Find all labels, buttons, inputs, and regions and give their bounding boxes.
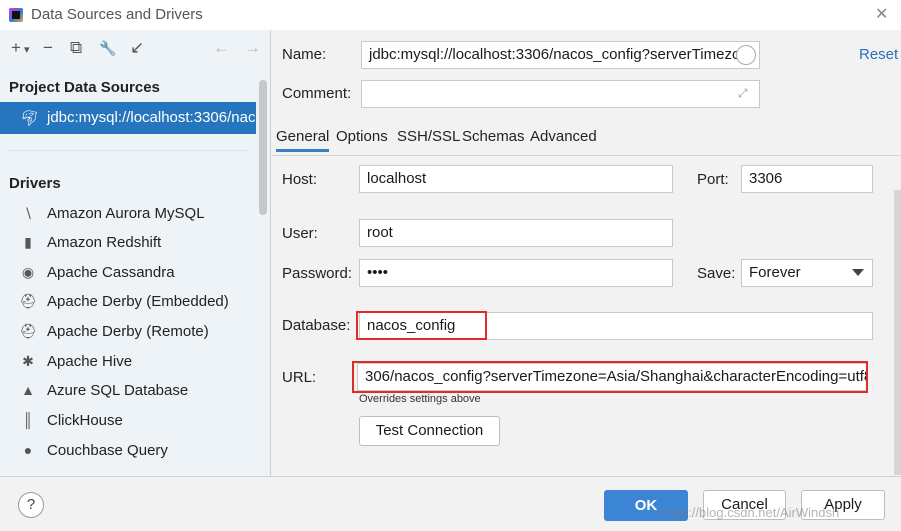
- forward-arrow-icon[interactable]: →: [244, 38, 261, 58]
- azure-icon: ▲: [21, 382, 35, 398]
- duplicate-icon[interactable]: ⧉: [70, 38, 82, 58]
- left-panel: + ▾ − ⧉ 🔧 ↙ ← → Project Data Sources 🐬︎ …: [0, 30, 271, 476]
- database-highlight-box: [356, 311, 487, 340]
- driver-label: Apache Hive: [47, 353, 133, 370]
- port-label: Port:: [697, 171, 729, 188]
- save-select-value: Forever: [749, 264, 801, 281]
- couchbase-icon: ●: [23, 442, 33, 458]
- driver-label: ClickHouse: [47, 412, 123, 429]
- test-connection-button[interactable]: Test Connection: [359, 416, 500, 446]
- url-highlight-box: [352, 361, 868, 393]
- import-icon[interactable]: ↙: [130, 38, 144, 58]
- tab-ssh-ssl[interactable]: SSH/SSL: [397, 128, 460, 145]
- user-label: User:: [282, 225, 318, 242]
- driver-item[interactable]: ● Couchbase Query: [0, 437, 256, 466]
- wrench-icon[interactable]: 🔧: [99, 40, 116, 57]
- driver-label: Couchbase Query: [47, 442, 168, 459]
- host-label: Host:: [282, 171, 318, 188]
- help-button[interactable]: ?: [18, 492, 44, 518]
- redshift-icon: ▮: [24, 234, 32, 250]
- left-scrollbar[interactable]: [259, 80, 267, 215]
- driver-item[interactable]: ⛑ Apache Derby (Embedded): [0, 288, 256, 317]
- tab-advanced[interactable]: Advanced: [530, 128, 597, 145]
- save-select[interactable]: Forever: [741, 259, 873, 287]
- driver-item[interactable]: ▲ Azure SQL Database: [0, 377, 256, 406]
- data-source-item[interactable]: 🐬︎ jdbc:mysql://localhost:3306/nac: [0, 102, 256, 134]
- driver-item[interactable]: ◉ Apache Cassandra: [0, 259, 256, 288]
- driver-label: Amazon Redshift: [47, 234, 162, 251]
- save-label: Save:: [697, 265, 736, 282]
- add-dropdown-icon[interactable]: ▾: [24, 43, 30, 56]
- data-source-label: jdbc:mysql://localhost:3306/nac: [47, 109, 256, 126]
- comment-field[interactable]: [361, 80, 760, 108]
- name-label: Name:: [282, 46, 327, 63]
- drivers-heading: Drivers: [9, 175, 61, 192]
- port-field[interactable]: 3306: [741, 165, 873, 193]
- user-field[interactable]: root: [359, 219, 673, 247]
- dolphin-icon: ∖: [23, 205, 33, 221]
- right-panel: Name: jdbc:mysql://localhost:3306/nacos_…: [272, 30, 901, 476]
- password-label: Password:: [282, 265, 353, 282]
- tab-options[interactable]: Options: [336, 128, 388, 145]
- app-icon: [9, 8, 23, 22]
- project-data-sources-heading: Project Data Sources: [9, 79, 160, 96]
- expand-icon[interactable]: ⤢: [738, 86, 748, 101]
- driver-label: Amazon Aurora MySQL: [47, 205, 205, 222]
- url-note: Overrides settings above: [359, 393, 481, 405]
- derby-hat-icon: ⛑: [19, 293, 37, 309]
- driver-item[interactable]: ⛑ Apache Derby (Remote): [0, 318, 256, 347]
- driver-item[interactable]: ║ ClickHouse: [0, 407, 256, 436]
- host-field[interactable]: localhost: [359, 165, 673, 193]
- dolphin-icon: 🐬︎: [20, 110, 40, 127]
- title-bar: Data Sources and Drivers ✕: [0, 0, 901, 30]
- comment-label: Comment:: [282, 85, 352, 102]
- driver-label: Apache Derby (Embedded): [47, 293, 229, 310]
- add-icon[interactable]: +: [11, 38, 21, 58]
- close-icon[interactable]: ✕: [875, 4, 888, 24]
- tab-general[interactable]: General: [276, 128, 330, 152]
- driver-label: Azure SQL Database: [47, 382, 189, 399]
- remove-icon[interactable]: −: [43, 38, 53, 58]
- eye-icon: ◉: [21, 264, 35, 280]
- color-picker-icon[interactable]: [736, 45, 756, 65]
- password-field[interactable]: ••••: [359, 259, 673, 287]
- derby-hat-icon: ⛑: [19, 323, 37, 339]
- bottom-bar: ? OK Cancel Apply https://blog.csdn.net/…: [0, 476, 901, 531]
- back-arrow-icon[interactable]: ←: [213, 38, 230, 58]
- hive-icon: ✱: [22, 353, 34, 369]
- tab-schemas[interactable]: Schemas: [462, 128, 525, 145]
- reset-link[interactable]: Reset: [859, 46, 898, 63]
- driver-item[interactable]: ▮ Amazon Redshift: [0, 229, 256, 258]
- name-field[interactable]: jdbc:mysql://localhost:3306/nacos_config…: [361, 41, 760, 69]
- window-title: Data Sources and Drivers: [31, 6, 203, 23]
- driver-item[interactable]: ∖ Amazon Aurora MySQL: [0, 200, 256, 229]
- divider: [9, 150, 249, 151]
- url-label: URL:: [282, 369, 317, 386]
- right-scrollbar[interactable]: [894, 190, 901, 475]
- driver-item[interactable]: ✱ Apache Hive: [0, 348, 256, 377]
- chevron-down-icon: [852, 269, 864, 276]
- driver-label: Apache Cassandra: [47, 264, 175, 281]
- clickhouse-icon: ║: [23, 412, 33, 428]
- driver-label: Apache Derby (Remote): [47, 323, 209, 340]
- tabs-divider: [272, 155, 901, 156]
- watermark-text: https://blog.csdn.net/AirWindsh: [660, 505, 840, 520]
- database-label: Database:: [282, 317, 351, 334]
